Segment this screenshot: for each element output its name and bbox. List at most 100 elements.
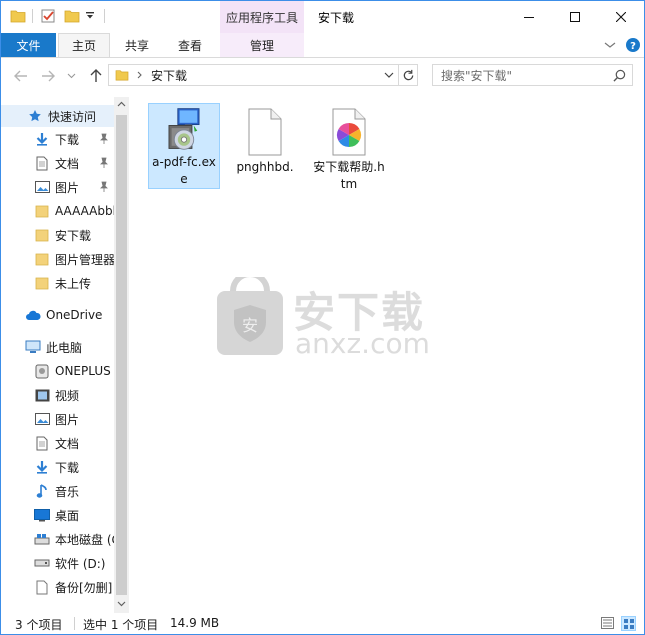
separator (32, 9, 33, 23)
file-name: 安下载帮助.htm (313, 160, 385, 191)
file-item[interactable]: pnghhbd. (229, 103, 301, 176)
sidebar-item-drive-d[interactable]: 软件 (D:) (1, 552, 105, 574)
sidebar-item-documents[interactable]: 文档 (1, 152, 79, 174)
scroll-down-icon[interactable] (117, 601, 126, 607)
sidebar-item-folder-anxz[interactable]: 安下载 (1, 224, 91, 246)
sidebar-item-videos[interactable]: 视频 (1, 384, 79, 406)
sidebar-item-label: 视频 (55, 388, 80, 403)
sidebar-scrollbar[interactable] (114, 97, 129, 613)
tab-home[interactable]: 主页 (58, 33, 110, 57)
pin-icon[interactable] (98, 157, 110, 169)
address-dropdown-icon[interactable] (384, 72, 394, 79)
tab-file[interactable]: 文件 (1, 33, 56, 57)
refresh-icon[interactable] (402, 69, 415, 82)
pin-icon[interactable] (98, 181, 110, 193)
sidebar-item-label: 图片管理器 (55, 252, 116, 267)
maximize-button[interactable] (552, 1, 598, 33)
search-box[interactable]: 搜索"安下载" (432, 64, 633, 86)
recent-locations-button[interactable] (65, 67, 77, 85)
selection-size: 14.9 MB (170, 616, 220, 630)
new-folder-icon[interactable] (63, 7, 81, 25)
music-note-icon (34, 483, 50, 499)
sidebar-item-label: 快速访问 (48, 109, 97, 124)
sidebar-item-this-pc[interactable]: 此电脑 (1, 336, 82, 358)
svg-text:?: ? (630, 41, 636, 52)
forward-arrow-icon (42, 70, 55, 82)
sidebar-item-folder-image-manager[interactable]: 图片管理器 (1, 248, 115, 270)
tab-view[interactable]: 查看 (166, 33, 214, 57)
minimize-button[interactable] (506, 1, 552, 33)
sidebar-item-desktop[interactable]: 桌面 (1, 504, 79, 526)
drive-icon (34, 555, 50, 571)
sidebar-item-pc-downloads[interactable]: 下载 (1, 456, 79, 478)
breadcrumb-segment[interactable]: 安下载 (151, 67, 187, 84)
file-icon (34, 579, 50, 595)
sidebar-item-label: ONEPLUS (55, 364, 111, 378)
file-item[interactable]: 安下载帮助.htm (313, 103, 385, 193)
sidebar-item-onedrive[interactable]: OneDrive (1, 304, 102, 326)
tab-share[interactable]: 共享 (113, 33, 161, 57)
sidebar-item-pictures[interactable]: 图片 (1, 176, 79, 198)
chevron-down-icon (67, 73, 75, 79)
chevron-right-icon[interactable] (137, 71, 143, 79)
cloud-icon (25, 307, 41, 323)
installer-exe-icon (168, 108, 200, 150)
pin-icon[interactable] (98, 133, 110, 145)
address-bar[interactable]: 安下载 (108, 64, 418, 86)
sidebar-item-folder-not-uploaded[interactable]: 未上传 (1, 272, 91, 294)
sidebar-item-music[interactable]: 音乐 (1, 480, 79, 502)
forward-button[interactable] (39, 67, 57, 85)
folder-icon (34, 275, 50, 291)
large-icons-view-icon[interactable] (621, 616, 636, 631)
picture-icon (34, 411, 50, 427)
separator (398, 65, 399, 85)
sidebar-item-label: 未上传 (55, 276, 92, 291)
folder-icon (115, 70, 129, 81)
explorer-window: 应用程序工具 安下载 文件 主页 共享 查看 管理 ? 安下载 搜索"安下载" … (0, 0, 645, 635)
sidebar-item-label: 音乐 (55, 484, 80, 499)
details-view-icon[interactable] (601, 617, 614, 629)
sidebar-item-label: 备份[勿删] (55, 580, 113, 595)
customize-toolbar-icon[interactable] (83, 7, 97, 25)
sidebar-item-oneplus[interactable]: ONEPLUS (1, 360, 111, 382)
sidebar-item-quick-access[interactable]: 快速访问 (1, 105, 114, 127)
separator (74, 617, 75, 630)
close-icon (616, 12, 626, 22)
watermark-text-en: anxz.com (295, 327, 430, 360)
properties-check-icon[interactable] (39, 7, 57, 25)
picture-icon (34, 179, 50, 195)
watermark-shield-char: 安 (242, 316, 258, 335)
scrollbar-thumb[interactable] (116, 115, 127, 595)
video-icon (34, 387, 50, 403)
folder-icon (34, 203, 50, 219)
tab-manage[interactable]: 管理 (220, 33, 304, 57)
sidebar-item-label: 文档 (55, 436, 80, 451)
navigation-pane: 快速访问 下载 文档 图片 AAAAAbbbb 安下载 图片管理器 未上传 On… (1, 97, 129, 613)
sidebar-item-folder-aaaaabbbb[interactable]: AAAAAbbbb (1, 200, 128, 222)
download-arrow-icon (34, 459, 50, 475)
phone-device-icon (34, 363, 50, 379)
help-icon[interactable]: ? (625, 37, 641, 53)
sidebar-item-pc-pictures[interactable]: 图片 (1, 408, 79, 430)
sidebar-item-label: 安下载 (55, 228, 92, 243)
up-button[interactable] (87, 67, 105, 85)
file-item[interactable]: a-pdf-fc.exe (148, 103, 220, 189)
sidebar-item-backup[interactable]: 备份[勿删] (1, 576, 112, 598)
sidebar-item-label: 桌面 (55, 508, 80, 523)
back-button[interactable] (12, 67, 30, 85)
expand-ribbon-chevron-icon[interactable] (604, 39, 618, 51)
watermark: 安 安下载 anxz.com (215, 277, 535, 360)
sidebar-item-drive-c[interactable]: 本地磁盘 (C:) (1, 528, 129, 550)
file-list: a-pdf-fc.exe pnghhbd. 安下载帮助.htm 安 安下载 an… (132, 97, 644, 613)
item-count: 3 个项目 (15, 618, 63, 632)
blank-file-icon (248, 108, 282, 156)
search-input[interactable]: 搜索"安下载" (441, 67, 512, 84)
scroll-up-icon[interactable] (117, 101, 126, 107)
up-arrow-icon (90, 69, 102, 82)
minimize-icon (524, 17, 534, 18)
title-bar: 应用程序工具 安下载 (1, 1, 644, 33)
folder-icon[interactable] (9, 7, 27, 25)
close-button[interactable] (598, 1, 644, 33)
sidebar-item-downloads[interactable]: 下载 (1, 128, 79, 150)
sidebar-item-pc-documents[interactable]: 文档 (1, 432, 79, 454)
